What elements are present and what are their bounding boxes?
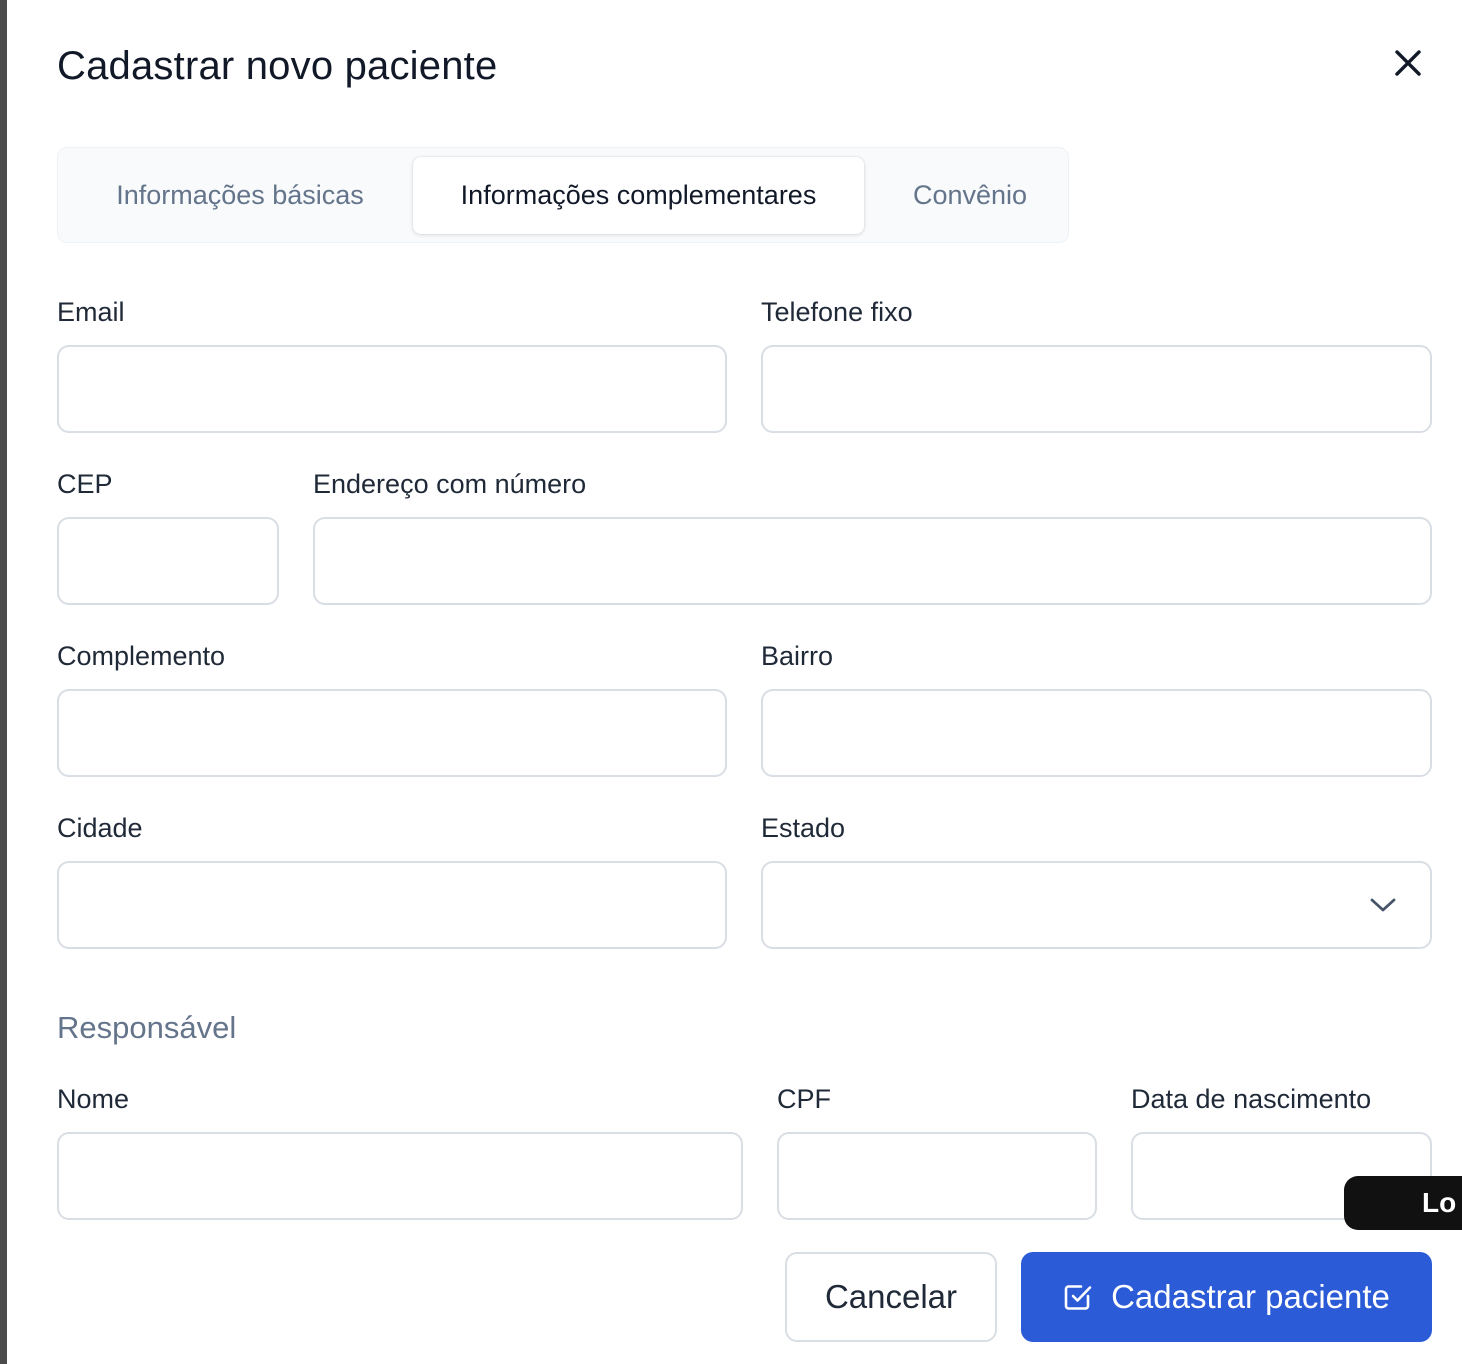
nome-label: Nome — [57, 1084, 130, 1114]
telefone-fixo-input[interactable] — [761, 345, 1432, 433]
responsavel-cpf-input[interactable] — [777, 1132, 1097, 1220]
submit-button[interactable]: Cadastrar paciente — [1021, 1252, 1432, 1342]
chevron-down-icon — [1370, 898, 1396, 912]
responsavel-nome-input[interactable] — [57, 1132, 743, 1220]
tab-informacoes-basicas[interactable]: Informações básicas — [70, 157, 410, 234]
cep-label: CEP — [57, 469, 113, 499]
endereco-input[interactable] — [313, 517, 1432, 605]
responsavel-section-title: Responsável — [57, 1010, 237, 1045]
bairro-input[interactable] — [761, 689, 1432, 777]
cidade-input[interactable] — [57, 861, 727, 949]
email-label: Email — [57, 297, 125, 327]
cpf-label: CPF — [777, 1084, 831, 1114]
check-square-icon — [1064, 1285, 1092, 1310]
cancel-button[interactable]: Cancelar — [785, 1252, 997, 1342]
cancel-button-label: Cancelar — [824, 1278, 958, 1315]
complemento-input[interactable] — [57, 689, 727, 777]
tab-informacoes-complementares[interactable]: Informações complementares — [413, 157, 864, 234]
telefone-fixo-label: Telefone fixo — [761, 297, 913, 327]
estado-label: Estado — [761, 813, 846, 843]
cidade-label: Cidade — [57, 813, 143, 843]
modal-title: Cadastrar novo paciente — [57, 44, 498, 88]
window-edge — [0, 0, 7, 1364]
overlay-pill-label: Lo — [1422, 1187, 1457, 1218]
tab-convenio[interactable]: Convênio — [870, 157, 1070, 234]
register-patient-modal: Cadastrar novo paciente Informações bási… — [7, 0, 1462, 1364]
tab-list: Informações básicas Informações compleme… — [57, 147, 1069, 243]
close-icon — [1395, 50, 1421, 76]
data-nascimento-label: Data de nascimento — [1131, 1084, 1372, 1114]
overlay-pill[interactable]: Lo — [1344, 1176, 1462, 1230]
submit-button-label: Cadastrar paciente — [1111, 1278, 1390, 1315]
estado-select[interactable] — [761, 861, 1432, 949]
endereco-label: Endereço com número — [313, 469, 587, 499]
close-button[interactable] — [1389, 44, 1427, 82]
cep-input[interactable] — [57, 517, 279, 605]
email-input[interactable] — [57, 345, 727, 433]
complemento-label: Complemento — [57, 641, 226, 671]
bairro-label: Bairro — [761, 641, 834, 671]
